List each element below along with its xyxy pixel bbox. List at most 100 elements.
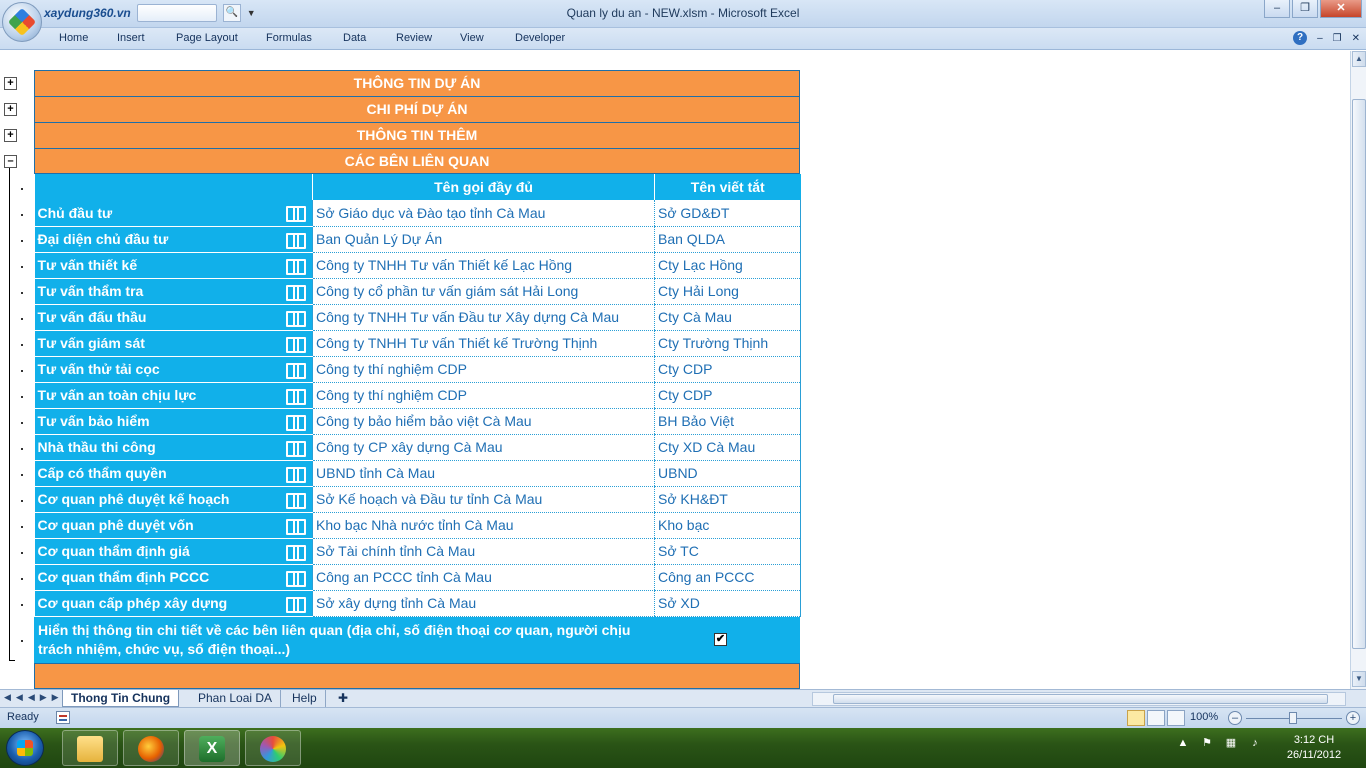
workbook-minimize-icon[interactable]: – xyxy=(1317,33,1323,44)
flag-icon[interactable]: ⚑ xyxy=(1200,736,1214,750)
horizontal-scroll-thumb[interactable] xyxy=(833,694,1328,704)
book-icon[interactable] xyxy=(286,596,306,613)
book-icon[interactable] xyxy=(286,518,306,535)
workbook-restore-icon[interactable]: ❐ xyxy=(1333,33,1342,44)
full-name-cell[interactable]: Công an PCCC tỉnh Cà Mau xyxy=(312,564,655,591)
full-name-cell[interactable]: Công ty thí nghiệm CDP xyxy=(312,356,655,383)
tray-expand-icon[interactable]: ▲ xyxy=(1176,736,1190,750)
book-icon[interactable] xyxy=(286,232,306,249)
full-name-cell[interactable]: Công ty thí nghiệm CDP xyxy=(312,382,655,409)
close-button[interactable]: ✕ xyxy=(1320,0,1362,18)
book-icon[interactable] xyxy=(286,570,306,587)
book-icon[interactable] xyxy=(286,544,306,561)
taskbar-explorer[interactable] xyxy=(62,730,118,766)
volume-icon[interactable]: ♪ xyxy=(1248,736,1262,750)
book-icon[interactable] xyxy=(286,284,306,301)
book-icon[interactable] xyxy=(286,492,306,509)
abbreviation-cell[interactable]: Cty Lạc Hồng xyxy=(654,252,801,279)
tab-data[interactable]: Data xyxy=(343,32,366,44)
tab-page-layout[interactable]: Page Layout xyxy=(176,32,238,44)
taskbar-paint[interactable] xyxy=(245,730,301,766)
abbreviation-cell[interactable]: Ban QLDA xyxy=(654,226,801,253)
taskbar-excel[interactable]: X xyxy=(184,730,240,766)
zoom-slider-knob[interactable] xyxy=(1289,712,1297,724)
abbreviation-cell[interactable]: Cty CDP xyxy=(654,356,801,383)
abbreviation-cell[interactable]: Cty Hải Long xyxy=(654,278,801,305)
role-cell[interactable]: Cấp có thẩm quyền xyxy=(34,460,313,487)
sheet-tab-help[interactable]: Help xyxy=(284,690,326,707)
full-name-cell[interactable]: Công ty bảo hiểm bảo việt Cà Mau xyxy=(312,408,655,435)
zoom-out-icon[interactable]: – xyxy=(1228,711,1242,725)
zoom-in-icon[interactable]: + xyxy=(1346,711,1360,725)
details-checkbox[interactable]: ✔ xyxy=(714,632,727,646)
expand-group-icon[interactable]: + xyxy=(4,77,17,90)
role-cell[interactable]: Cơ quan thẩm định giá xyxy=(34,538,313,565)
section-extra-info[interactable]: THÔNG TIN THÊM xyxy=(34,122,800,148)
workbook-close-icon[interactable]: ✕ xyxy=(1352,33,1360,44)
help-icon[interactable]: ? xyxy=(1293,31,1308,45)
section-stakeholders[interactable]: CÁC BÊN LIÊN QUAN xyxy=(34,148,800,174)
full-name-cell[interactable]: Công ty TNHH Tư vấn Thiết kế Trường Thịn… xyxy=(312,330,655,357)
office-button[interactable] xyxy=(2,2,42,42)
tab-review[interactable]: Review xyxy=(396,32,432,44)
page-break-view-icon[interactable] xyxy=(1167,710,1185,726)
book-icon[interactable] xyxy=(286,466,306,483)
abbreviation-cell[interactable]: UBND xyxy=(654,460,801,487)
start-button[interactable] xyxy=(6,730,44,766)
role-cell[interactable]: Cơ quan phê duyệt vốn xyxy=(34,512,313,539)
abbreviation-cell[interactable]: Cty XD Cà Mau xyxy=(654,434,801,461)
expand-group-icon[interactable]: + xyxy=(4,103,17,116)
book-icon[interactable] xyxy=(286,362,306,379)
sheet-tab-phan-loai-da[interactable]: Phan Loai DA xyxy=(190,690,282,707)
book-icon[interactable] xyxy=(286,414,306,431)
book-icon[interactable] xyxy=(286,206,306,222)
taskbar-clock[interactable]: 3:12 CH 26/11/2012 xyxy=(1276,733,1352,763)
full-name-cell[interactable]: Công ty TNHH Tư vấn Đầu tư Xây dựng Cà M… xyxy=(312,304,655,331)
scroll-down-icon[interactable]: ▼ xyxy=(1352,671,1366,687)
role-cell[interactable]: Đại diện chủ đầu tư xyxy=(34,226,313,253)
sheet-tab-thong-tin-chung[interactable]: Thong Tin Chung xyxy=(62,690,180,707)
full-name-cell[interactable]: Ban Quản Lý Dự Án xyxy=(312,226,655,253)
sheet-nav-arrows-icon[interactable]: ◀◀◀▶▶ xyxy=(4,692,64,703)
full-name-cell[interactable]: Sở Giáo dục và Đào tạo tỉnh Cà Mau xyxy=(312,200,655,227)
minimize-button[interactable]: – xyxy=(1264,0,1290,18)
network-icon[interactable]: ▦ xyxy=(1224,736,1238,750)
vertical-scrollbar[interactable]: ▲ ▼ xyxy=(1350,51,1366,689)
full-name-cell[interactable]: UBND tỉnh Cà Mau xyxy=(312,460,655,487)
book-icon[interactable] xyxy=(286,440,306,457)
tab-home[interactable]: Home xyxy=(59,32,88,44)
abbreviation-cell[interactable]: Kho bạc xyxy=(654,512,801,539)
abbreviation-cell[interactable]: Sở KH&ĐT xyxy=(654,486,801,513)
tab-insert[interactable]: Insert xyxy=(117,32,145,44)
section-project-info[interactable]: THÔNG TIN DỰ ÁN xyxy=(34,70,800,96)
role-cell[interactable]: Chủ đầu tư xyxy=(34,200,313,227)
restore-button[interactable]: ❐ xyxy=(1292,0,1318,18)
page-layout-view-icon[interactable] xyxy=(1147,710,1165,726)
full-name-cell[interactable]: Kho bạc Nhà nước tỉnh Cà Mau xyxy=(312,512,655,539)
tab-formulas[interactable]: Formulas xyxy=(266,32,312,44)
role-cell[interactable]: Tư vấn an toàn chịu lực xyxy=(34,382,313,409)
full-name-cell[interactable]: Công ty TNHH Tư vấn Thiết kế Lạc Hồng xyxy=(312,252,655,279)
abbreviation-cell[interactable]: Sở XD xyxy=(654,590,801,617)
full-name-cell[interactable]: Sở Tài chính tỉnh Cà Mau xyxy=(312,538,655,565)
book-icon[interactable] xyxy=(286,310,306,327)
book-icon[interactable] xyxy=(286,258,306,275)
full-name-cell[interactable]: Sở Kế hoạch và Đầu tư tỉnh Cà Mau xyxy=(312,486,655,513)
expand-group-icon[interactable]: + xyxy=(4,129,17,142)
role-cell[interactable]: Tư vấn bảo hiểm xyxy=(34,408,313,435)
role-cell[interactable]: Nhà thầu thi công xyxy=(34,434,313,461)
insert-sheet-icon[interactable]: ✚ xyxy=(330,690,356,707)
book-icon[interactable] xyxy=(286,388,306,405)
normal-view-icon[interactable] xyxy=(1127,710,1145,726)
role-cell[interactable]: Tư vấn đấu thầu xyxy=(34,304,313,331)
collapse-group-icon[interactable]: – xyxy=(4,155,17,168)
abbreviation-cell[interactable]: Sở TC xyxy=(654,538,801,565)
full-name-cell[interactable]: Công ty cổ phần tư vấn giám sát Hải Long xyxy=(312,278,655,305)
macro-record-icon[interactable] xyxy=(56,711,70,724)
scroll-up-icon[interactable]: ▲ xyxy=(1352,51,1366,67)
section-project-cost[interactable]: CHI PHÍ DỰ ÁN xyxy=(34,96,800,122)
full-name-cell[interactable]: Công ty CP xây dựng Cà Mau xyxy=(312,434,655,461)
role-cell[interactable]: Tư vấn giám sát xyxy=(34,330,313,357)
role-cell[interactable]: Tư vấn thiết kế xyxy=(34,252,313,279)
book-icon[interactable] xyxy=(286,336,306,353)
